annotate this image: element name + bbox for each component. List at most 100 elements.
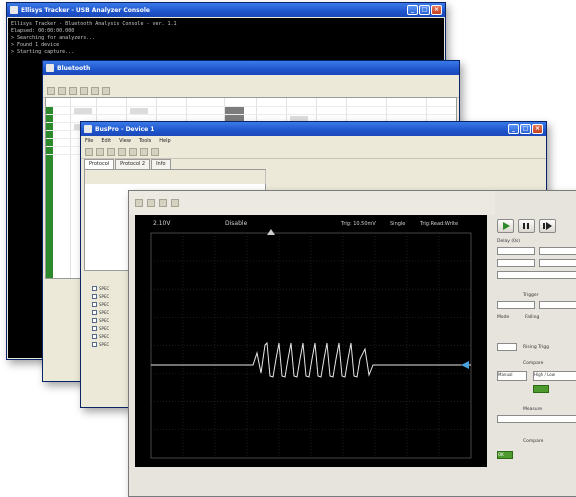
tool-button[interactable] xyxy=(47,86,55,95)
console-line: Elapsed: 00:00:00.000 xyxy=(11,28,75,34)
tab-protocol-2[interactable]: Protocol 2 xyxy=(115,159,151,169)
checkbox[interactable] xyxy=(92,293,97,299)
app-icon xyxy=(10,6,18,14)
console-line: > Searching for analyzers... xyxy=(11,35,96,41)
close-button[interactable]: × xyxy=(431,5,442,15)
tool-button[interactable] xyxy=(171,199,179,207)
status-bar xyxy=(129,486,576,496)
tool-button[interactable] xyxy=(129,147,137,156)
rate-field[interactable] xyxy=(497,343,517,351)
tool-button[interactable] xyxy=(96,147,104,156)
readout-left: 2.10V xyxy=(153,220,171,227)
tool-button[interactable] xyxy=(102,86,110,95)
delay-field-5[interactable] xyxy=(497,271,576,279)
checkbox-label: SPEC xyxy=(99,301,110,307)
close-button[interactable]: × xyxy=(532,124,543,134)
delay-field-4[interactable] xyxy=(539,259,576,267)
trigger-label: Falling xyxy=(525,315,540,320)
position-marker-icon[interactable] xyxy=(267,229,275,235)
stop-button[interactable] xyxy=(518,219,535,233)
console-titlebar[interactable]: Ellisys Tracker - USB Analyzer Console _… xyxy=(7,3,445,17)
checkbox[interactable] xyxy=(92,341,97,347)
minimize-button[interactable]: _ xyxy=(407,5,418,15)
table-titlebar[interactable]: Bluetooth xyxy=(43,61,459,75)
menu-item[interactable]: Help xyxy=(159,138,170,144)
high-low-label: High / Low xyxy=(534,372,555,377)
tab-protocol[interactable]: Protocol xyxy=(84,159,115,169)
mode-label: Mode xyxy=(497,315,510,320)
table-menubar xyxy=(43,75,459,84)
trigger-select-2[interactable] xyxy=(539,301,576,309)
trigger-marker-icon[interactable] xyxy=(461,361,469,369)
tool-button[interactable] xyxy=(147,199,155,207)
tool-button[interactable] xyxy=(58,86,66,95)
form-toolbar xyxy=(81,145,546,159)
checkbox[interactable] xyxy=(92,325,97,331)
form-tabs: Protocol Protocol 2 Info xyxy=(84,159,171,169)
ok-button[interactable]: OK xyxy=(497,451,513,459)
step-button[interactable] xyxy=(539,219,556,233)
readout-right-b: Single xyxy=(390,221,405,227)
menu-item[interactable]: Edit xyxy=(101,138,111,144)
status-strip xyxy=(46,106,53,278)
manual-button-label: Manual xyxy=(498,372,513,377)
minimize-button[interactable]: _ xyxy=(508,124,519,134)
high-low-button[interactable]: High / Low xyxy=(533,371,576,381)
menu-item[interactable]: File xyxy=(85,138,93,144)
tool-button[interactable] xyxy=(85,147,93,156)
checkbox-label: SPEC xyxy=(99,333,110,339)
delay-field[interactable] xyxy=(497,247,535,255)
scope-window: 2.10V Disable Trig: 10.50mV Single Trig:… xyxy=(128,190,576,497)
tool-button[interactable] xyxy=(91,86,99,95)
checkbox-panel: SPEC SPEC SPEC SPEC SPEC SPEC SPEC SPEC xyxy=(84,272,134,400)
form-titlebar[interactable]: BusPro - Device 1 _ □ × xyxy=(81,122,546,136)
trigger-select[interactable] xyxy=(497,301,535,309)
app-icon xyxy=(84,125,92,133)
console-line: Ellisys Tracker - Bluetooth Analysis Con… xyxy=(11,21,177,27)
waveform-plot: 2.10V Disable Trig: 10.50mV Single Trig:… xyxy=(150,220,472,459)
tool-button[interactable] xyxy=(118,147,126,156)
manual-button[interactable]: Manual xyxy=(497,371,527,381)
checkbox[interactable] xyxy=(92,333,97,339)
scope-toolbar xyxy=(129,191,495,215)
checkbox[interactable] xyxy=(92,317,97,323)
console-line: > Starting capture... xyxy=(11,49,75,55)
menu-item[interactable]: View xyxy=(119,138,131,144)
run-button[interactable] xyxy=(497,219,514,233)
checkbox[interactable] xyxy=(92,285,97,291)
group1-label: Delay (0s) xyxy=(497,239,521,244)
scope-display[interactable]: 2.10V Disable Trig: 10.50mV Single Trig:… xyxy=(135,215,487,467)
checkbox[interactable] xyxy=(92,309,97,315)
tab-info[interactable]: Info xyxy=(151,159,171,169)
checkbox-label: SPEC xyxy=(99,341,110,347)
app-icon xyxy=(46,64,54,72)
menu-item[interactable]: Tools xyxy=(139,138,151,144)
readout-right-c: Trig:Read:Write xyxy=(419,221,458,227)
section3-label: Compare xyxy=(523,361,544,366)
maximize-button[interactable]: □ xyxy=(419,5,430,15)
tool-button[interactable] xyxy=(107,147,115,156)
table-toolbar xyxy=(43,84,459,98)
delay-field-2[interactable] xyxy=(539,247,576,255)
group2-label: Trigger xyxy=(523,293,539,298)
delay-field-3[interactable] xyxy=(497,259,535,267)
console-title: Ellisys Tracker - USB Analyzer Console xyxy=(21,6,150,14)
tool-button[interactable] xyxy=(69,86,77,95)
console-line: > Found 1 device xyxy=(11,42,60,48)
table-title: Bluetooth xyxy=(57,64,91,72)
checkbox[interactable] xyxy=(92,301,97,307)
tool-button[interactable] xyxy=(140,147,148,156)
tool-button[interactable] xyxy=(159,199,167,207)
maximize-button[interactable]: □ xyxy=(520,124,531,134)
checkbox-label: SPEC xyxy=(99,309,110,315)
measure-field[interactable] xyxy=(497,415,576,423)
checkbox-label: SPEC xyxy=(99,285,110,291)
scope-right-panel: Delay (0s) Trigger Mode Falling Rising T… xyxy=(493,215,576,475)
tool-button[interactable] xyxy=(135,199,143,207)
checkbox-label: SPEC xyxy=(99,293,110,299)
tool-button[interactable] xyxy=(80,86,88,95)
section5-label: Compare xyxy=(523,439,544,444)
play-icon xyxy=(503,222,510,230)
readout-right-a: Trig: 10.50mV xyxy=(340,221,376,227)
tool-button[interactable] xyxy=(151,147,159,156)
